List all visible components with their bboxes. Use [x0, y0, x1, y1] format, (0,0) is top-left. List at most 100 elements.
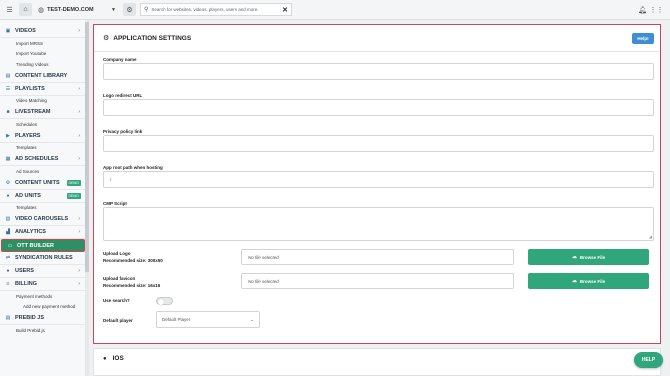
default-player-value: Default Player: [162, 317, 191, 322]
ios-title: IOS: [112, 355, 124, 362]
upload-logo-browse-button[interactable]: ☁ Browse File: [528, 249, 649, 265]
menu-icon[interactable]: ☰: [3, 3, 16, 16]
upload-logo-file-status: No file selected: [241, 249, 514, 265]
camera-icon: ■: [6, 109, 10, 115]
sidebar-item-video-carousels[interactable]: ▥ VIDEO CAROUSELS ›: [0, 213, 86, 226]
resize-handle-icon[interactable]: ◢: [649, 234, 652, 239]
cloud-upload-icon: ☁: [571, 254, 577, 260]
sidebar-item-content-library[interactable]: ▤ CONTENT LIBRARY: [0, 70, 86, 83]
sidebar-sub-build-prebid[interactable]: Build Prebid.js: [0, 325, 86, 336]
chevron-right-icon: ›: [78, 85, 80, 92]
chevron-right-icon: ›: [78, 216, 80, 222]
divider: [94, 51, 659, 52]
upload-favicon-browse-button[interactable]: ☁ Browse File: [528, 273, 649, 289]
card-header: ⚙ APPLICATION SETTINGS: [103, 34, 191, 43]
carousel-icon: ▥: [5, 216, 11, 222]
site-selector[interactable]: ◍ TEST-DEMO.COM ▼: [36, 3, 120, 16]
company-name-field[interactable]: [103, 63, 654, 80]
sidebar-item-label: OTT BUILDER: [17, 242, 54, 249]
sidebar-item-ott-builder[interactable]: ▭ OTT BUILDER: [1, 239, 85, 252]
sidebar-item-label: VIDEO CAROUSELS: [15, 216, 69, 222]
privacy-policy-link-label: Privacy policy link: [103, 129, 143, 134]
sidebar-sub-payment-methods[interactable]: Payment methods: [0, 291, 86, 302]
application-settings-card: ⚙ APPLICATION SETTINGS Help! Company nam…: [93, 24, 661, 344]
demo-badge: DEMO: [66, 192, 81, 199]
sidebar-item-ad-schedules[interactable]: ▦ AD SCHEDULES ›: [0, 153, 86, 166]
search-icon: ⚲: [144, 7, 149, 13]
sidebar-item-label: CONTENT LIBRARY: [15, 72, 68, 79]
privacy-policy-link-field[interactable]: [103, 135, 654, 152]
logo-redirect-url-field[interactable]: [103, 99, 654, 116]
bell-icon[interactable]: 🔔︎: [636, 3, 649, 16]
sidebar-item-content-units[interactable]: ⚙ CONTENT UNITS DEMO: [0, 177, 86, 190]
search-input[interactable]: [151, 7, 284, 12]
chevron-right-icon: ›: [78, 268, 80, 274]
gear-icon[interactable]: ⚙: [123, 3, 136, 16]
sidebar-item-label: SYNDICATION RULES: [15, 255, 73, 261]
sidebar-scrollbar[interactable]: [85, 20, 89, 376]
default-player-select[interactable]: Default Player ⌄: [156, 311, 260, 328]
sidebar-sub-trending-videos[interactable]: Trending Videos: [0, 59, 86, 70]
ios-section[interactable]: ● IOS: [93, 348, 661, 376]
ad-units-icon: ●: [6, 192, 10, 199]
sidebar-sub-video-matching[interactable]: Video Matching: [0, 96, 86, 107]
sidebar-item-ad-units[interactable]: ● AD UNITS DEMO: [0, 190, 86, 203]
chevron-right-icon: ›: [78, 156, 80, 162]
sidebar-sub-import-mrss[interactable]: Import MRSS: [0, 38, 86, 49]
scrollbar-thumb[interactable]: [85, 22, 89, 272]
browse-label: Browse File: [579, 278, 606, 284]
sidebar-item-billing[interactable]: ≡ BILLING ›: [0, 278, 86, 291]
list-icon: ☰: [5, 85, 11, 92]
sidebar-sub-ad-sources[interactable]: Ad Sources: [0, 166, 86, 177]
sidebar-item-players[interactable]: ▶ PLAYERS ›: [0, 130, 86, 143]
sidebar-item-label: PLAYERS: [15, 132, 41, 139]
chevron-right-icon: ›: [78, 132, 80, 139]
apple-icon: ●: [103, 355, 107, 362]
upload-logo-label: Upload Logo Recommended size: 300x50: [103, 250, 163, 264]
sidebar-item-prebid-js[interactable]: ▤ PREBID JS: [0, 312, 86, 325]
upload-logo-recommended: Recommended size: 300x50: [103, 258, 163, 263]
demo-badge: DEMO: [66, 179, 81, 186]
sidebar-item-label: AD UNITS: [15, 192, 41, 199]
cmp-script-textarea[interactable]: ◢: [103, 207, 654, 241]
home-icon[interactable]: ⌂: [19, 3, 32, 16]
app-root-path-field[interactable]: /: [103, 171, 654, 188]
sidebar-item-playlists[interactable]: ☰ PLAYLISTS ›: [0, 83, 86, 96]
sidebar-sub-templates[interactable]: Templates: [0, 143, 86, 154]
close-icon[interactable]: ✕: [282, 6, 288, 14]
help-button[interactable]: Help!: [632, 33, 654, 44]
library-icon: ▤: [5, 72, 11, 79]
sidebar-item-label: PLAYLISTS: [15, 85, 45, 92]
sidebar-sub-templates[interactable]: Templates: [0, 203, 86, 214]
sidebar-item-videos[interactable]: ▣ VIDEOS ›: [0, 25, 86, 38]
code-icon: ▤: [5, 315, 11, 321]
default-player-label: Default player: [103, 318, 133, 323]
sidebar-item-label: PREBID JS: [15, 315, 45, 321]
sidebar-item-label: USERS: [15, 268, 34, 274]
sidebar-item-syndication-rules[interactable]: ⇄ SYNDICATION RULES: [0, 252, 86, 265]
use-search-label: Use search?: [103, 298, 130, 303]
upload-favicon-file-status: No file selected: [241, 273, 514, 289]
logo-redirect-url-label: Logo redirect URL: [103, 93, 143, 98]
sidebar-item-label: ANALYTICS: [15, 229, 46, 235]
sidebar-sub-schedules[interactable]: Schedules: [0, 119, 86, 130]
top-bar: ☰ ⌂ ◍ TEST-DEMO.COM ▼ ⚙ ⚲ ✕ 🔔︎ ⋮⋮: [0, 0, 670, 20]
sidebar-item-label: LIVESTREAM: [15, 109, 51, 115]
sidebar-item-users[interactable]: ● USERS ›: [0, 265, 86, 278]
ios-header: ● IOS: [103, 355, 124, 362]
sidebar-sub-add-payment-method[interactable]: Add new payment method: [0, 302, 86, 313]
sidebar-sub-import-youtube[interactable]: Import Youtube: [0, 49, 86, 60]
apps-grid-icon[interactable]: ⋮⋮: [650, 3, 664, 16]
gear-icon: ⚙: [103, 35, 110, 42]
user-icon: ●: [6, 268, 10, 274]
sidebar-item-livestream[interactable]: ■ LIVESTREAM ›: [0, 106, 86, 119]
chart-icon: ▟: [6, 229, 10, 235]
sidebar-item-label: CONTENT UNITS: [15, 179, 60, 186]
help-float-button[interactable]: HELP: [634, 352, 663, 368]
monitor-icon: ▭: [7, 242, 13, 249]
calendar-icon: ▦: [5, 156, 11, 162]
globe-icon: ◍: [38, 6, 45, 14]
use-search-toggle[interactable]: [156, 297, 173, 305]
sidebar-item-analytics[interactable]: ▟ ANALYTICS ›: [0, 226, 86, 239]
browse-label: Browse File: [579, 254, 606, 260]
